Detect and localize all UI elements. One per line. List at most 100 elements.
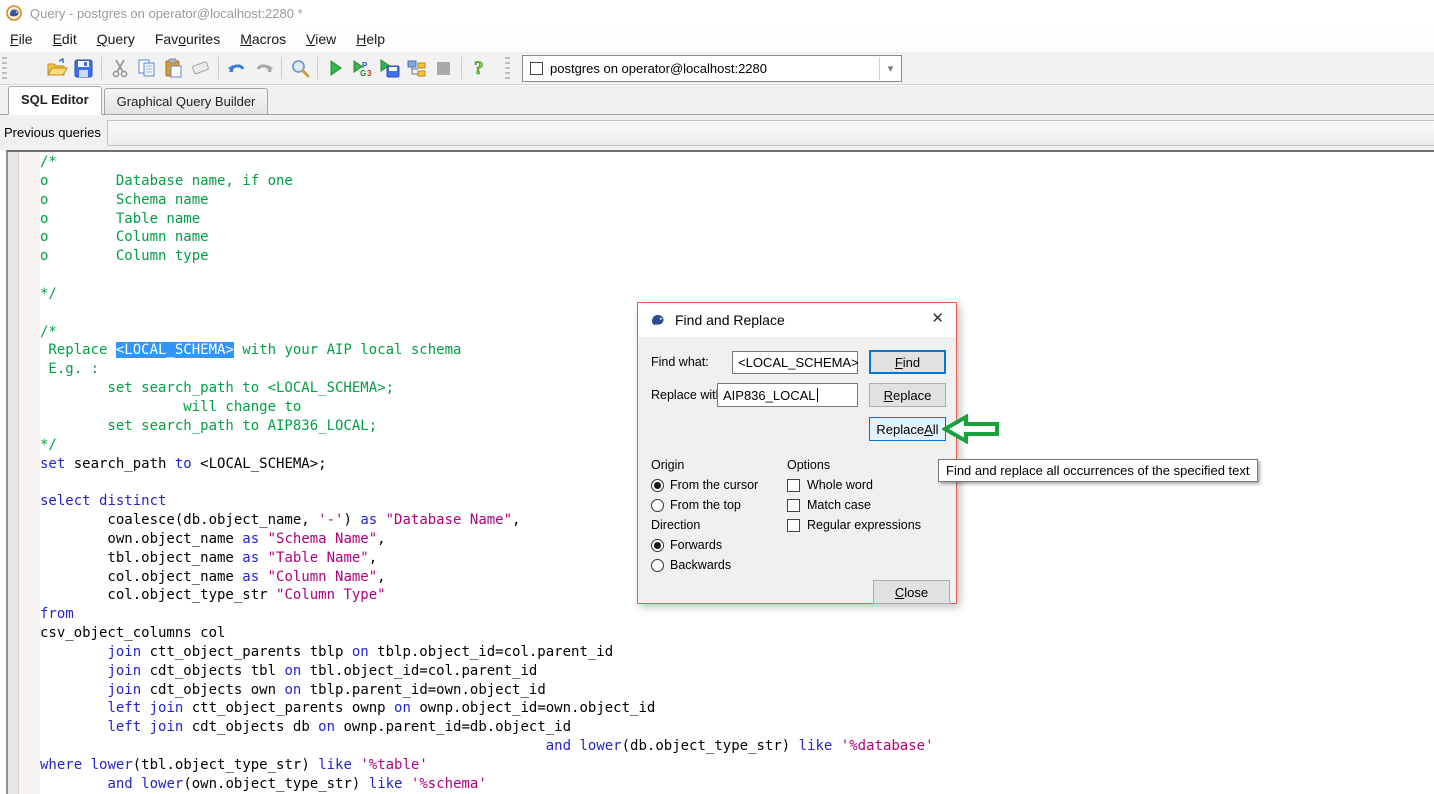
menu-query[interactable]: Query (87, 28, 145, 50)
chevron-down-icon[interactable]: ▾ (879, 56, 901, 80)
replace-with-input[interactable]: AIP836_LOCAL (717, 383, 858, 407)
execute-to-file-icon (380, 58, 399, 77)
text-caret (816, 388, 818, 402)
svg-text:?: ? (474, 58, 484, 78)
menu-bar: File Edit Query Favourites Macros View Help (0, 26, 1434, 52)
options-column: Options Whole word Match case Regular expre… (787, 455, 952, 535)
execute-to-file-button[interactable] (376, 55, 403, 81)
copy-icon (138, 59, 155, 77)
svg-text:3: 3 (367, 69, 372, 78)
menu-favourites[interactable]: Favourites (145, 28, 230, 50)
clear-window-icon (192, 61, 209, 75)
redo-icon (256, 64, 273, 73)
checkbox-option-match-case[interactable]: Match case (787, 495, 952, 515)
cut-icon (112, 59, 127, 78)
replace-all-tooltip: Find and replace all occurrences of the … (938, 459, 1258, 482)
code-line: join ctt_object_parents tblp on tblp.obj… (107, 643, 614, 660)
execute-query-button[interactable] (322, 55, 349, 81)
open-file-icon (46, 58, 68, 76)
replace-button[interactable]: Replace (869, 383, 946, 407)
annotation-arrow-icon (942, 414, 999, 444)
code-line: join cdt_objects own on tblp.parent_id=o… (107, 681, 546, 698)
code-line: from (40, 606, 74, 623)
explain-query-button[interactable] (403, 55, 430, 81)
options-group-label: Options (787, 458, 831, 472)
find-button[interactable] (286, 55, 313, 81)
help-button[interactable]: ? (466, 55, 493, 81)
previous-queries-combobox[interactable] (106, 119, 1434, 146)
close-icon[interactable]: ✕ (931, 311, 944, 326)
find-button[interactable]: Find (869, 350, 946, 374)
connection-combobox[interactable]: postgres on operator@localhost:2280 ▾ (522, 54, 902, 82)
execute-query-icon (330, 60, 342, 76)
radio-origin-from-the-cursor[interactable]: From the cursor (651, 475, 786, 495)
toolbar-separator (461, 57, 462, 79)
code-line: and lower(db.object_type_str) like '%dat… (545, 738, 934, 755)
code-line: /* (40, 154, 57, 170)
menu-macros[interactable]: Macros (230, 28, 296, 50)
code-line: join cdt_objects tbl on tbl.object_id=co… (107, 662, 538, 679)
undo-icon (227, 64, 244, 73)
tab-graphical-query-builder[interactable]: Graphical Query Builder (103, 88, 269, 114)
clear-window-button[interactable] (187, 55, 214, 81)
redo-button[interactable] (250, 55, 277, 81)
connection-checkbox-glyph (530, 61, 543, 75)
menu-view[interactable]: View (296, 28, 346, 50)
editor-margin (8, 152, 19, 794)
tab-strip: SQL Editor Graphical Query Builder (0, 86, 1434, 115)
open-file-button[interactable] (43, 55, 70, 81)
execute-pgscript-button[interactable]: P G 3 (349, 55, 376, 81)
previous-queries-label: Previous queries (4, 125, 101, 140)
code-line: */ (40, 285, 57, 302)
code-line: left join ctt_object_parents ownp on own… (107, 700, 656, 717)
code-line: csv_object_columns col (40, 625, 226, 642)
replace-all-button[interactable]: Replace All (869, 417, 946, 441)
menu-file[interactable]: File (0, 28, 43, 50)
dialog-titlebar: Find and Replace ✕ (638, 303, 956, 337)
radio-icon (651, 558, 664, 572)
cancel-query-icon (437, 61, 450, 75)
cut-button[interactable] (106, 55, 133, 81)
checkbox-option-whole-word[interactable]: Whole word (787, 475, 952, 495)
previous-queries-bar: Previous queries (0, 115, 1434, 150)
find-what-input[interactable]: <LOCAL_SCHEMA> (732, 351, 859, 374)
find-replace-dialog: Find and Replace ✕ Find what: <LOCAL_SCH… (637, 302, 957, 604)
checkbox-option-regular-expressions[interactable]: Regular expressions (787, 515, 952, 535)
save-button[interactable] (70, 55, 97, 81)
connection-label: postgres on operator@localhost:2280 (550, 60, 768, 76)
pgadmin-dialog-icon (652, 315, 664, 326)
toolbar-separator (281, 57, 282, 79)
toolbar-grip[interactable] (2, 57, 7, 79)
code-line: left join cdt_objects db on ownp.parent_… (107, 719, 572, 736)
cancel-query-button[interactable] (430, 55, 457, 81)
tab-sql-editor[interactable]: SQL Editor (8, 86, 102, 115)
toolbar-separator (218, 57, 219, 79)
close-button[interactable]: Close (873, 580, 950, 604)
window-titlebar: Query - postgres on operator@localhost:2… (0, 0, 1434, 26)
help-icon: ? (473, 58, 484, 78)
toolbar-grip[interactable] (505, 57, 510, 79)
radio-direction-forwards[interactable]: Forwards (651, 535, 786, 555)
paste-button[interactable] (160, 55, 187, 81)
radio-direction-backwards[interactable]: Backwards (651, 555, 786, 575)
code-line: o Database name, if one (40, 172, 293, 189)
editor-fold-margin (19, 152, 40, 794)
execute-pgscript-icon: P G 3 (353, 59, 372, 78)
pgadmin-query-window: Query - postgres on operator@localhost:2… (0, 0, 1434, 794)
code-line: o Schema name (40, 191, 209, 208)
code-line: o Column type (40, 248, 209, 265)
explain-query-icon (407, 60, 426, 76)
menu-edit[interactable]: Edit (43, 28, 87, 50)
checkbox-icon (787, 478, 800, 492)
radio-icon (651, 478, 664, 492)
toolbar: P G 3 ? postgres on operator@localhost:2… (0, 52, 1434, 85)
radio-origin-from-the-top[interactable]: From the top (651, 495, 786, 515)
find-icon (291, 60, 309, 78)
menu-help[interactable]: Help (346, 28, 395, 50)
code-line: o Table name (40, 210, 201, 227)
replace-with-label: Replace with: (651, 388, 727, 402)
direction-group-label: Direction (651, 518, 701, 532)
undo-button[interactable] (223, 55, 250, 81)
copy-button[interactable] (133, 55, 160, 81)
